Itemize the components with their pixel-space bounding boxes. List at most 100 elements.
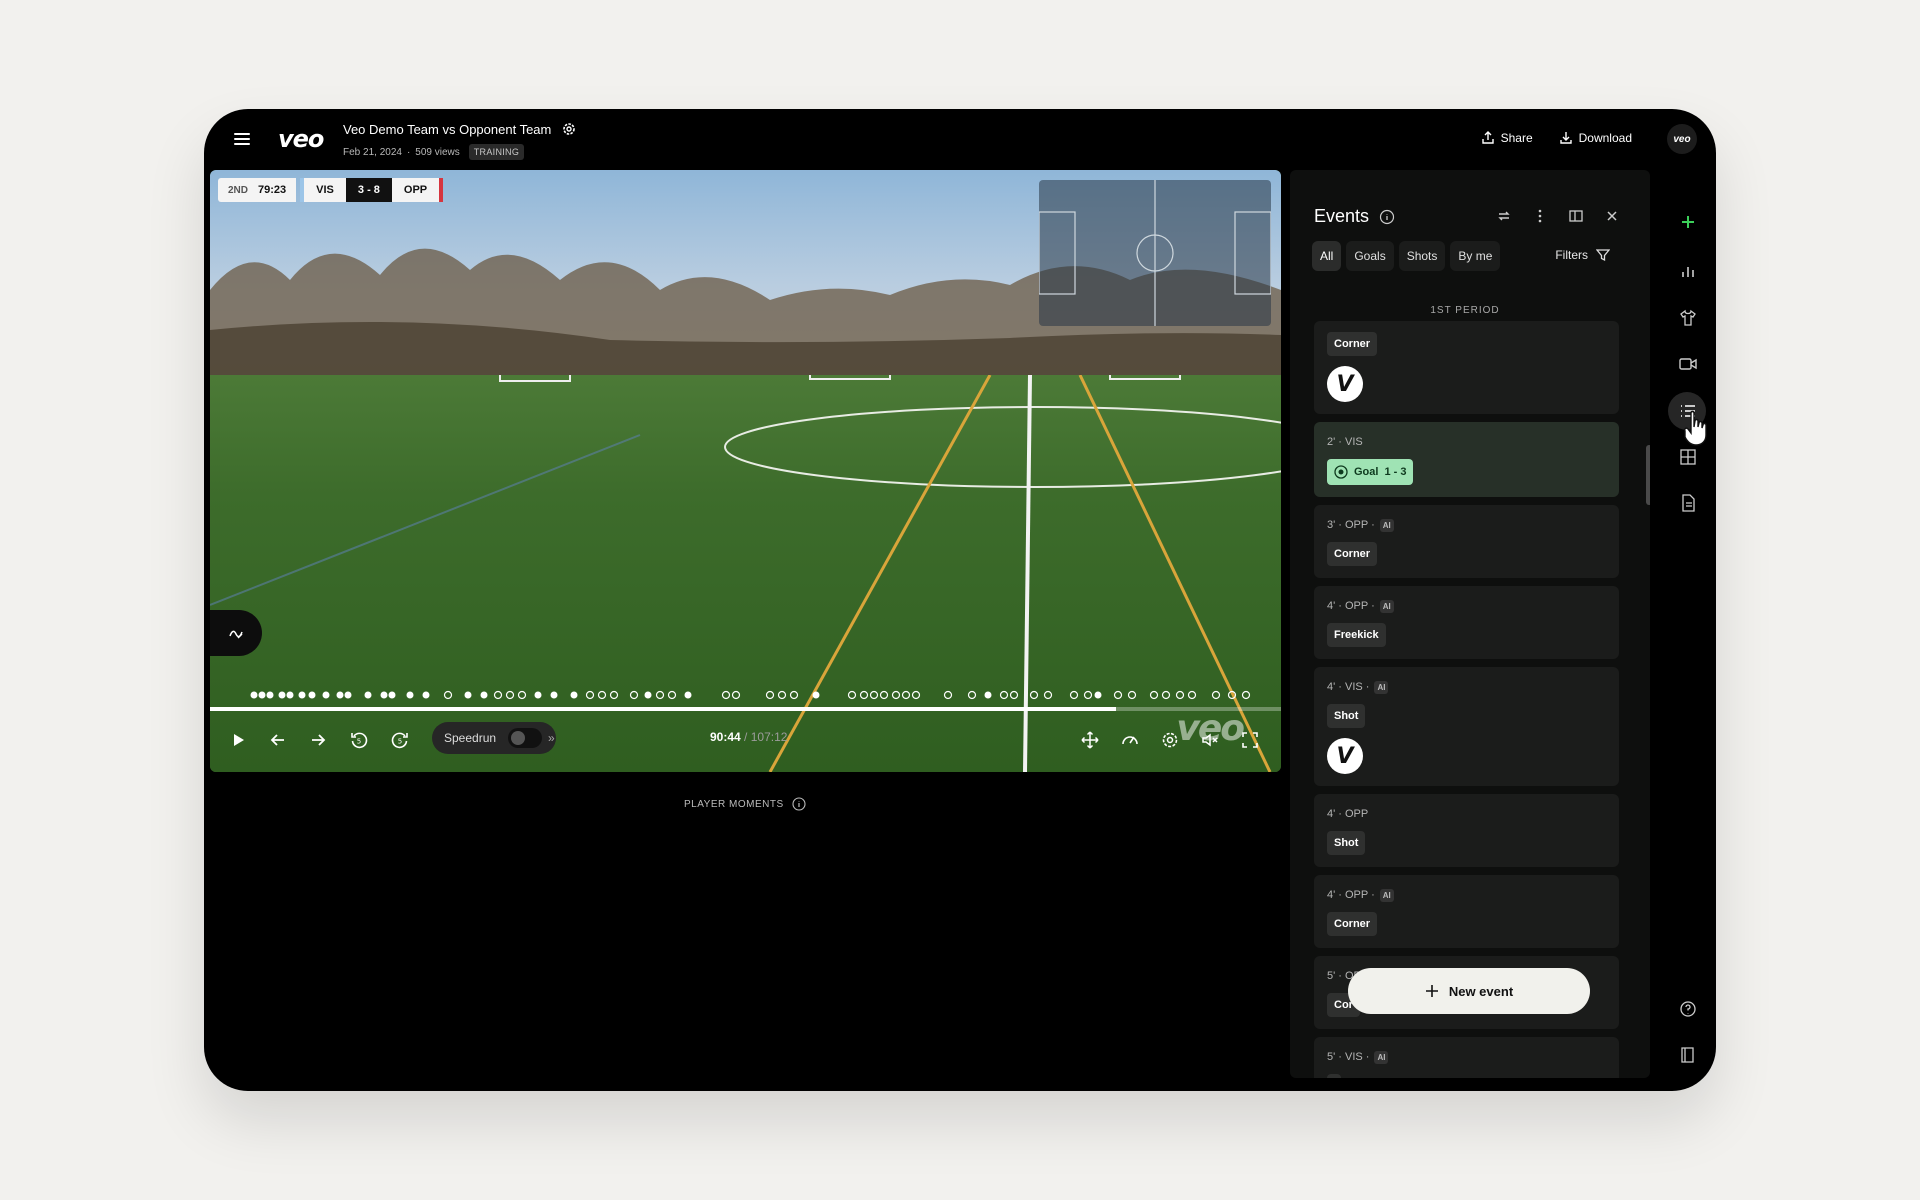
- help-icon[interactable]: [1678, 999, 1698, 1019]
- speed-gauge-icon[interactable]: [1120, 730, 1140, 750]
- playback-progress-bar[interactable]: [210, 707, 1281, 711]
- info-icon[interactable]: [792, 797, 806, 811]
- event-filter-tabs: All Goals Shots By me: [1312, 241, 1501, 271]
- event-header: 4' · VIS · AI: [1327, 679, 1606, 695]
- veo-event-logo: V: [1327, 738, 1363, 774]
- events-actions: [1496, 208, 1620, 224]
- pitch-minimap[interactable]: [1038, 180, 1272, 326]
- event-header-text: 5' · VIS ·: [1327, 1051, 1370, 1063]
- match-tag-badge: TRAINING: [468, 144, 525, 160]
- sync-icon[interactable]: [1496, 208, 1512, 224]
- fullscreen-icon[interactable]: [1240, 730, 1260, 750]
- event-card[interactable]: 3' · OPP · AI Corner: [1314, 505, 1619, 578]
- event-card[interactable]: 4' · OPP Shot: [1314, 794, 1619, 867]
- tab-by-me[interactable]: By me: [1450, 241, 1501, 271]
- app-window: veo Veo Demo Team vs Opponent Team Feb 2…: [204, 109, 1716, 1091]
- rewind-5-icon[interactable]: 5: [349, 730, 369, 750]
- plus-icon: [1425, 985, 1438, 997]
- filters-button[interactable]: Filters: [1555, 248, 1610, 262]
- events-list: Corner V 2' · VIS Goal 1 - 3 3' · OPP · A…: [1314, 321, 1619, 1078]
- events-title: Events: [1314, 206, 1370, 226]
- ai-badge: AI: [1379, 888, 1394, 902]
- event-card[interactable]: 5' · VIS · AI: [1314, 1037, 1619, 1078]
- match-settings-gear-icon[interactable]: [561, 121, 577, 137]
- event-card[interactable]: 4' · OPP · AI Freekick: [1314, 586, 1619, 659]
- share-icon: [1481, 131, 1494, 144]
- download-icon: [1559, 132, 1572, 144]
- download-button[interactable]: Download: [1559, 131, 1632, 145]
- player-controls: 5 5 Speedrun » 90:44 / 107:12: [210, 720, 1281, 760]
- player-moments-heading: PLAYER MOMENTS: [684, 797, 806, 811]
- ai-badge: AI: [1374, 680, 1389, 694]
- info-icon[interactable]: [1379, 209, 1395, 225]
- period-label: 2ND: [228, 184, 249, 196]
- stats-icon[interactable]: [1678, 262, 1698, 282]
- arrow-right-icon[interactable]: [308, 730, 328, 750]
- scoreboard: 2ND 79:23 VIS 3 - 8 OPP: [218, 178, 444, 202]
- speedrun-switch[interactable]: [508, 728, 543, 748]
- event-markers-timeline[interactable]: [248, 689, 1278, 701]
- tab-shots[interactable]: Shots: [1398, 241, 1446, 271]
- volume-muted-icon[interactable]: [1200, 730, 1220, 750]
- events-scrollbar[interactable]: [1646, 445, 1650, 505]
- forward-5-icon[interactable]: 5: [390, 730, 410, 750]
- event-card[interactable]: 4' · VIS · AI Shot V: [1314, 667, 1619, 786]
- event-header: 2' · VIS: [1327, 434, 1606, 450]
- playback-time: 90:44 / 107:12: [710, 730, 788, 744]
- video-player[interactable]: 2ND 79:23 VIS 3 - 8 OPP veo 5 5 Speedrun…: [210, 170, 1281, 772]
- playback-progress-fill: [210, 707, 1117, 711]
- video-icon[interactable]: [1678, 354, 1698, 374]
- veo-logo[interactable]: veo: [278, 125, 324, 153]
- event-card[interactable]: Corner V: [1314, 321, 1619, 414]
- new-event-button[interactable]: New event: [1348, 968, 1590, 1014]
- pitch-lines: [210, 375, 1281, 772]
- close-icon[interactable]: [1604, 208, 1620, 224]
- speedrun-toggle[interactable]: Speedrun »: [432, 722, 556, 754]
- event-type-chip: [1327, 1074, 1341, 1078]
- event-header: 4' · OPP · AI: [1327, 887, 1606, 903]
- match-meta: Feb 21, 2024 · 509 views TRAINING: [343, 144, 525, 160]
- events-panel: Events All Goals Shots By me Filters 1ST…: [1290, 170, 1650, 1078]
- book-icon[interactable]: [1678, 1045, 1698, 1065]
- document-icon[interactable]: [1678, 493, 1698, 513]
- event-type-chip: Corner: [1327, 542, 1378, 566]
- more-vertical-icon[interactable]: [1532, 208, 1548, 224]
- goal-chip: Goal 1 - 3: [1327, 459, 1414, 485]
- event-type-chip: Shot: [1327, 704, 1366, 728]
- share-button[interactable]: Share: [1481, 131, 1533, 145]
- goal-score: 1 - 3: [1384, 466, 1407, 478]
- top-bar: veo Veo Demo Team vs Opponent Team Feb 2…: [204, 109, 1716, 169]
- event-card[interactable]: 4' · OPP · AI Corner: [1314, 875, 1619, 948]
- video-pitch: [210, 375, 1281, 772]
- total-time: 107:12: [750, 730, 788, 744]
- layout-icon[interactable]: [1678, 447, 1698, 467]
- event-header-text: 4' · OPP ·: [1327, 889, 1375, 901]
- settings-gear-icon[interactable]: [1160, 730, 1180, 750]
- user-avatar[interactable]: veo: [1667, 124, 1697, 154]
- pan-move-icon[interactable]: [1080, 730, 1100, 750]
- match-title: Veo Demo Team vs Opponent Team: [343, 122, 552, 137]
- panel-layout-icon[interactable]: [1568, 208, 1584, 224]
- speedrun-label: Speedrun: [444, 731, 497, 745]
- tab-goals[interactable]: Goals: [1346, 241, 1394, 271]
- top-actions: Share Download: [1481, 131, 1632, 145]
- svg-text:5: 5: [357, 738, 361, 746]
- event-card[interactable]: 2' · VIS Goal 1 - 3: [1314, 422, 1619, 497]
- play-icon[interactable]: [228, 730, 248, 750]
- arrow-left-icon[interactable]: [268, 730, 288, 750]
- drawing-tool-button[interactable]: [210, 610, 262, 656]
- period-divider: 1ST PERIOD: [1430, 305, 1500, 316]
- ai-badge: AI: [1379, 599, 1394, 613]
- scribble-icon: [229, 630, 243, 639]
- jersey-icon[interactable]: [1678, 308, 1698, 328]
- event-type-chip: Corner: [1327, 332, 1378, 356]
- svg-text:5: 5: [398, 738, 402, 746]
- tab-all[interactable]: All: [1312, 241, 1342, 271]
- chevrons-right-icon: »: [548, 731, 555, 745]
- away-team-label: OPP: [391, 178, 444, 202]
- goal-label: Goal: [1354, 466, 1379, 478]
- scoreboard-period: 2ND 79:23: [218, 178, 297, 202]
- hamburger-menu-icon[interactable]: [234, 133, 250, 145]
- plus-icon[interactable]: [1678, 212, 1698, 232]
- game-clock: 79:23: [258, 184, 287, 196]
